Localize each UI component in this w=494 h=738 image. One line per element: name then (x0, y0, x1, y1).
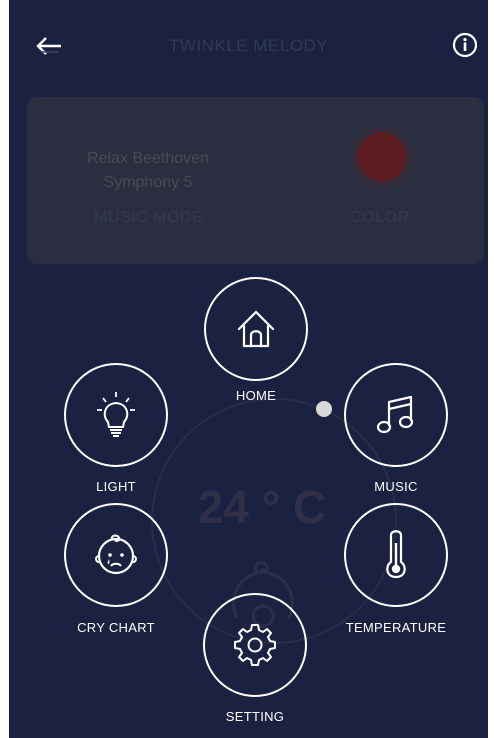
page-title: TWINKLE MELODY (168, 36, 329, 55)
setting-label: SETTING (225, 709, 285, 724)
track-title-line2: Symphony 5 (103, 174, 193, 191)
temperature-label: TEMPERATURE (345, 620, 447, 635)
info-icon[interactable] (452, 32, 478, 58)
app-screen: TWINKLE MELODY Relax Beethoven Symphony … (9, 0, 488, 738)
lightbulb-icon (97, 392, 135, 437)
home-label: HOME (235, 388, 277, 403)
cry-chart-label: CRY CHART (77, 620, 155, 635)
app-header: TWINKLE MELODY (9, 0, 488, 90)
home-icon (237, 310, 275, 348)
gear-icon (234, 624, 276, 666)
light-button[interactable] (64, 363, 168, 467)
color-swatch (352, 127, 412, 187)
home-button[interactable] (204, 277, 308, 381)
cry-chart-button[interactable] (64, 503, 168, 607)
temperature-readout: 24 ° C (197, 481, 327, 533)
color-swatch-fill (357, 132, 407, 182)
music-note-icon (376, 395, 414, 434)
music-button[interactable] (344, 363, 448, 467)
light-label: LIGHT (96, 479, 136, 494)
music-mode-label: MUSIC MODE (94, 209, 203, 226)
thermometer-icon (386, 530, 406, 579)
crying-baby-icon (95, 534, 137, 575)
setting-button[interactable] (203, 593, 307, 697)
track-title-line1: Relax Beethoven (87, 150, 209, 167)
status-card: Relax Beethoven Symphony 5 MUSIC MODE CO… (27, 97, 484, 264)
dial-knob (316, 401, 332, 417)
temperature-button[interactable] (344, 503, 448, 607)
color-label: COLOR (350, 209, 410, 226)
music-label: MUSIC (374, 479, 418, 494)
